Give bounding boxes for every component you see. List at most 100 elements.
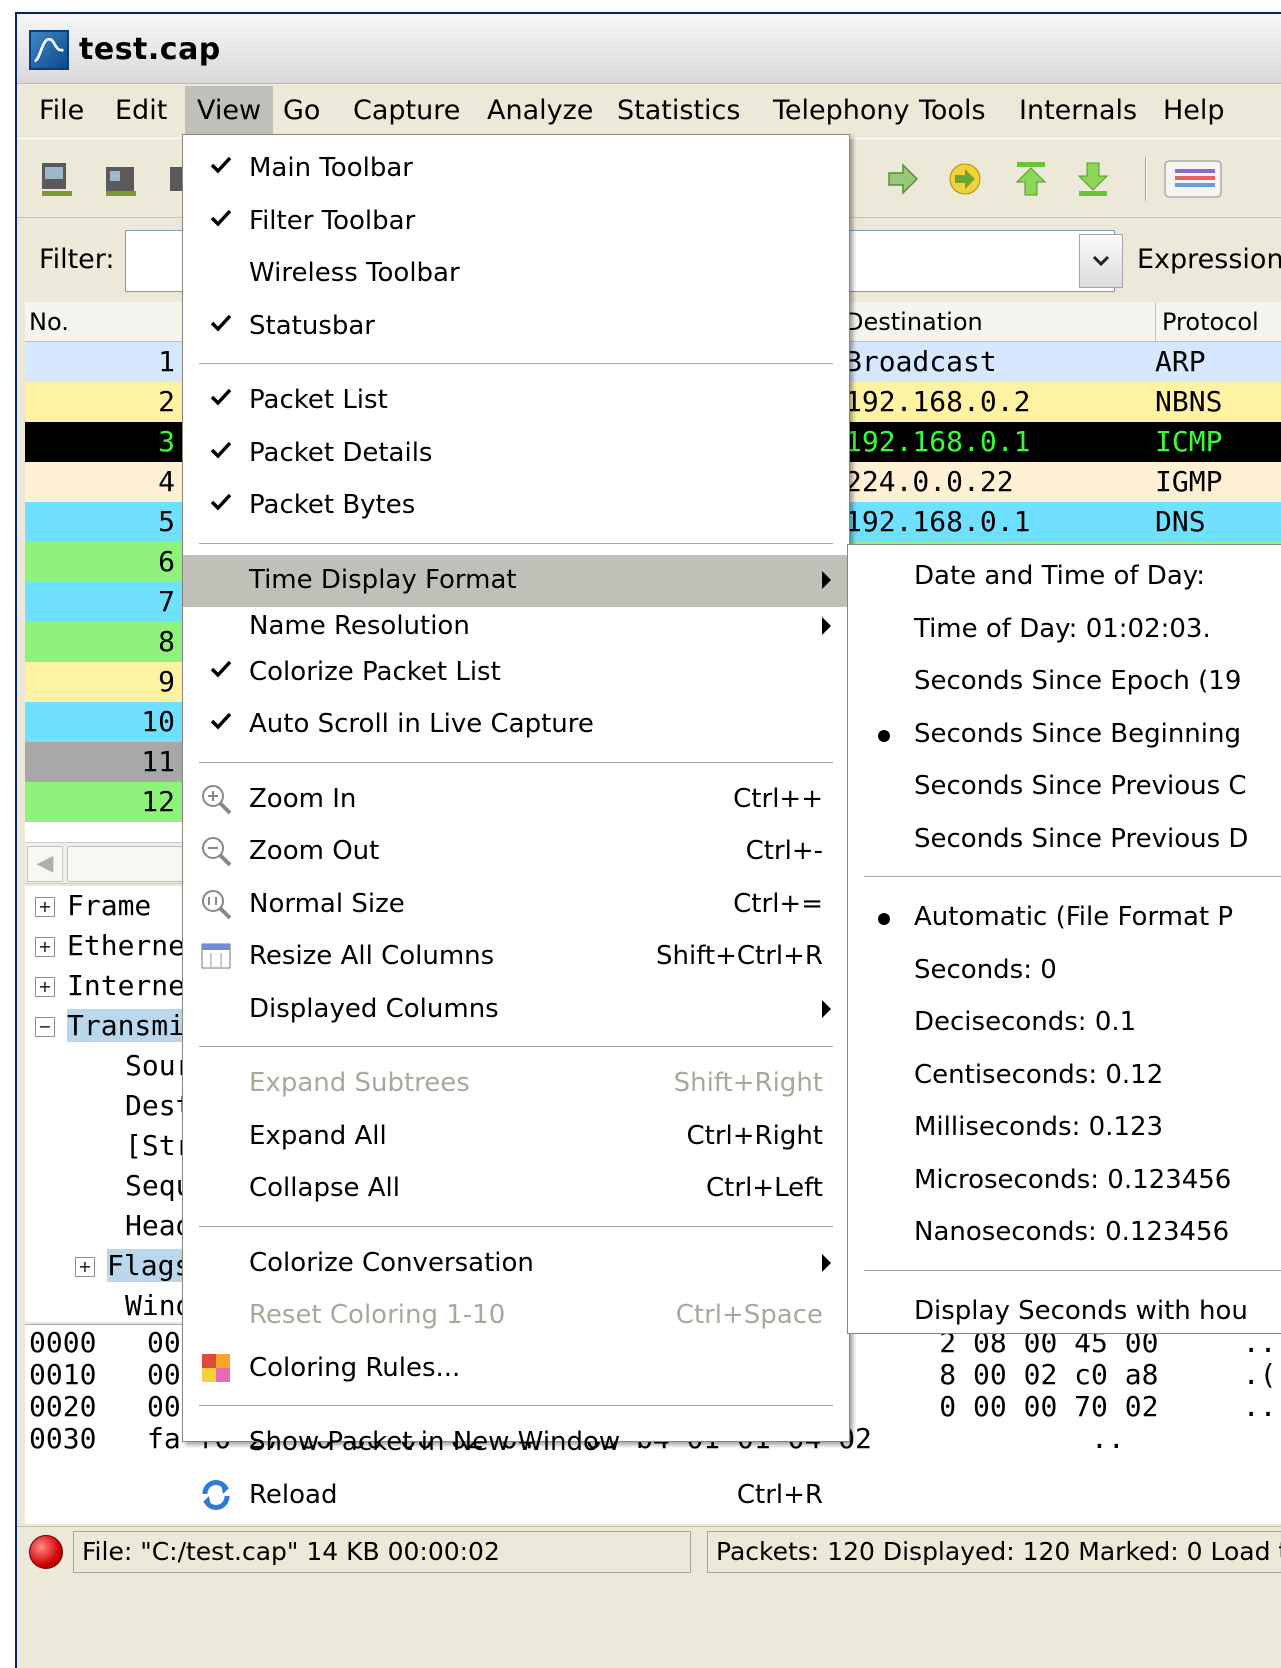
filter-dropdown-button[interactable] [1079,234,1123,288]
packet-number: 1 [158,345,175,378]
title-bar: test.cap [17,14,1281,84]
tree-item[interactable]: + Flags [75,1246,192,1286]
menu-item-wireless-toolbar[interactable]: Wireless Toolbar [183,248,849,300]
menu-statistics[interactable]: Statistics [605,86,752,136]
menu-item-expand-subtrees: Expand Subtrees Shift+Right [183,1058,849,1110]
column-header-no[interactable]: No. [25,302,185,342]
menu-item-label: Packet List [249,385,388,415]
tree-item[interactable]: + Ethernet [35,926,202,966]
menu-item-label: Auto Scroll in Live Capture [249,709,594,739]
packet-protocol: NBNS [1155,385,1223,418]
menu-analyze[interactable]: Analyze [475,86,605,136]
interface-list-icon[interactable] [39,159,75,199]
menu-item-label: Colorize Packet List [249,656,501,687]
expand-icon[interactable]: + [35,937,55,957]
time-format-option[interactable]: Microseconds: 0.123456 [848,1155,1281,1207]
expand-icon[interactable]: + [35,977,55,997]
time-format-option[interactable]: Centiseconds: 0.12 [848,1050,1281,1102]
time-format-option[interactable]: Date and Time of Day: [848,551,1281,603]
menu-internals[interactable]: Internals [1007,86,1149,136]
menu-item-time-display-format[interactable]: Time Display Format [183,554,849,607]
menu-item-statusbar[interactable]: Statusbar [183,301,849,353]
time-format-option[interactable]: Seconds Since Epoch (19 [848,656,1281,708]
time-format-option[interactable]: Nanoseconds: 0.123456 [848,1207,1281,1259]
menu-item-reload[interactable]: Reload Ctrl+R [183,1470,849,1522]
menu-separator [199,363,833,365]
go-first-icon[interactable] [1013,159,1049,199]
menu-item-auto-scroll-in-live-capture[interactable]: Auto Scroll in Live Capture [183,699,849,751]
menu-item-packet-bytes[interactable]: Packet Bytes [183,480,849,532]
menu-edit[interactable]: Edit [103,86,179,136]
capture-options-icon[interactable] [103,159,139,199]
expand-icon[interactable]: + [75,1257,95,1277]
time-format-label: Date and Time of Day: [914,561,1206,591]
time-format-label: Automatic (File Format P [914,902,1234,932]
time-format-option[interactable]: Milliseconds: 0.123 [848,1102,1281,1154]
menu-item-colorize-conversation[interactable]: Colorize Conversation [183,1238,849,1290]
menu-item-label: Zoom In [249,783,357,814]
menu-item-label: Packet Bytes [249,490,416,520]
menu-item-label: Zoom Out [249,836,380,866]
go-to-packet-icon[interactable] [947,159,983,199]
packet-destination: 192.168.0.1 [845,425,1031,458]
menu-view[interactable]: View [185,86,274,136]
menu-item-label: Expand All [249,1120,387,1151]
time-format-label: Microseconds: 0.123456 [914,1164,1232,1195]
time-format-option[interactable]: Seconds Since Beginning [848,709,1281,761]
packet-destination: 192.168.0.1 [845,505,1031,538]
menu-tools[interactable]: Tools [907,86,998,136]
time-format-option[interactable]: Time of Day: 01:02:03. [848,604,1281,656]
time-format-option[interactable]: Deciseconds: 0.1 [848,997,1281,1049]
menu-item-zoom-in[interactable]: Zoom In Ctrl++ [183,774,849,826]
time-format-option[interactable]: Automatic (File Format P [848,892,1281,944]
collapse-icon[interactable]: − [35,1017,55,1037]
menu-item-zoom-out[interactable]: Zoom Out Ctrl+- [183,826,849,878]
checkmark-icon [209,206,233,230]
menu-item-resize-all-columns[interactable]: Resize All Columns Shift+Ctrl+R [183,931,849,983]
expert-info-icon[interactable] [29,1535,63,1569]
menu-item-shortcut: Shift+Ctrl+R [656,941,823,971]
menu-item-filter-toolbar[interactable]: Filter Toolbar [183,196,849,248]
column-header-protocol[interactable]: Protocol [1155,302,1281,342]
menu-item-packet-details[interactable]: Packet Details [183,428,849,480]
time-format-option[interactable]: Display Seconds with hou [848,1286,1281,1338]
menu-item-expand-all[interactable]: Expand All Ctrl+Right [183,1111,849,1163]
expand-icon[interactable]: + [35,897,55,917]
checkmark-icon [209,709,233,733]
menu-help[interactable]: Help [1151,86,1237,136]
time-format-label: Seconds Since Epoch (19 [914,666,1242,696]
menu-item-colorize-packet-list[interactable]: Colorize Packet List [183,647,849,699]
menu-item-main-toolbar[interactable]: Main Toolbar [183,143,849,195]
menu-item-label: Reload [249,1479,338,1510]
zoom-in-icon [199,782,233,816]
menu-item-coloring-rules[interactable]: Coloring Rules... [183,1343,849,1395]
menu-file[interactable]: File [27,86,96,136]
go-last-icon[interactable] [1075,159,1111,199]
menu-go[interactable]: Go [271,86,332,136]
status-packet-counts: Packets: 120 Displayed: 120 Marked: 0 Lo… [707,1531,1281,1573]
menu-item-displayed-columns[interactable]: Displayed Columns [183,984,849,1036]
menu-item-name-resolution[interactable]: Name Resolution [183,601,849,653]
menu-telephony[interactable]: Telephony [761,86,922,136]
time-format-option[interactable]: Seconds Since Previous C [848,761,1281,813]
expression-button[interactable]: Expression... [1137,244,1281,275]
submenu-arrow-icon [822,570,831,589]
tree-item[interactable]: + Internet [35,966,202,1006]
colorize-icon[interactable] [1163,159,1223,199]
time-format-option[interactable]: Seconds Since Previous D [848,814,1281,866]
menu-item-show-packet-in-new-window[interactable]: Show Packet in New Window [183,1417,849,1469]
menu-capture[interactable]: Capture [341,86,472,136]
time-format-option[interactable]: Seconds: 0 [848,945,1281,997]
go-forward-icon[interactable] [885,159,921,199]
packet-number: 5 [158,505,175,538]
menu-item-label: Coloring Rules... [249,1352,461,1383]
tree-item[interactable]: + Frame [35,886,151,926]
scroll-left-icon[interactable]: ◀ [27,846,63,882]
menu-item-packet-list[interactable]: Packet List [183,375,849,427]
packet-protocol: ICMP [1155,425,1223,458]
column-header-destination[interactable]: Destination [845,302,1155,342]
menu-item-collapse-all[interactable]: Collapse All Ctrl+Left [183,1163,849,1215]
menu-item-normal-size[interactable]: Normal Size Ctrl+= [183,879,849,931]
reload-icon [199,1478,233,1512]
checkmark-icon [209,153,233,177]
